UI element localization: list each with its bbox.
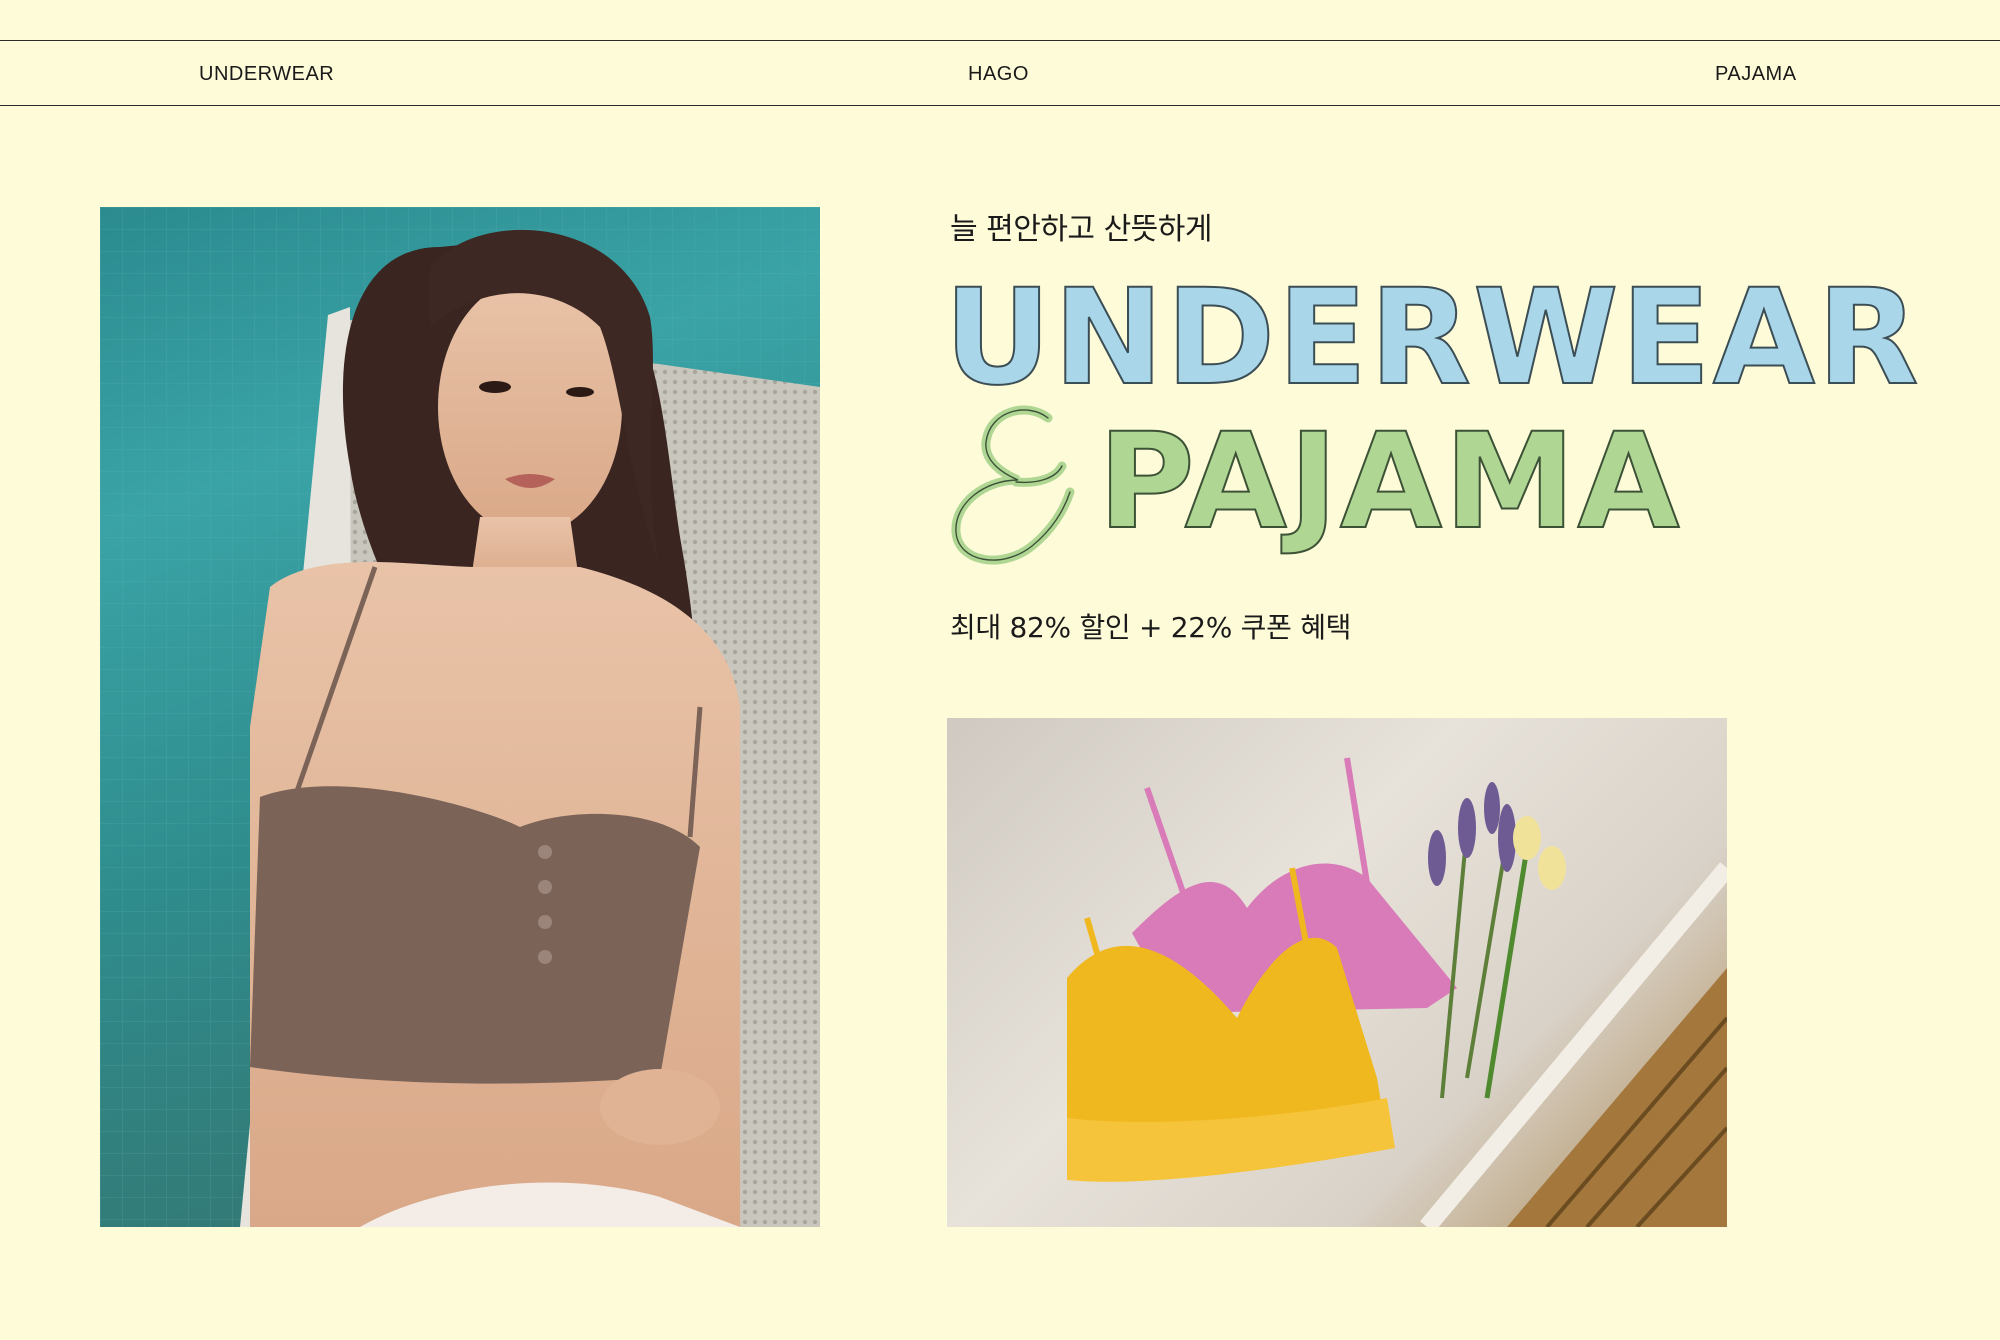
tagline-text: 늘 편안하고 산뜻하게 bbox=[950, 212, 1212, 247]
product-photo bbox=[947, 718, 1727, 1227]
model-photo bbox=[100, 207, 820, 1227]
nav-link-underwear[interactable]: UNDERWEAR bbox=[199, 63, 334, 86]
headline-pajama: PAJAMA bbox=[1097, 405, 1682, 559]
headline-underwear: UNDERWEAR bbox=[943, 261, 1921, 415]
ampersand-graphic bbox=[951, 405, 1075, 565]
nav-link-home-logo[interactable]: HAGO bbox=[968, 63, 1029, 86]
top-nav-bar: UNDERWEAR HAGO PAJAMA bbox=[0, 40, 2000, 106]
nav-link-pajama[interactable]: PAJAMA bbox=[1715, 63, 1797, 86]
promo-text: 최대 82% 할인 + 22% 쿠폰 혜택 bbox=[950, 611, 1352, 644]
